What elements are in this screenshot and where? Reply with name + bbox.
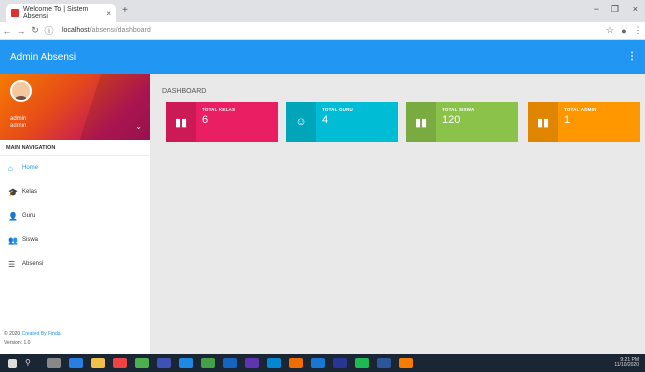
profile-icon[interactable]: ● (617, 26, 631, 36)
info-box-label: TOTAL ADMIN (564, 107, 597, 112)
list-icon: ☰ (8, 259, 16, 269)
people-icon: 👥 (8, 235, 18, 245)
home-icon: ⌂ (8, 163, 13, 173)
more-vert-icon[interactable]: ⋮ (627, 51, 637, 62)
info-box-total-siswa: ▮▮ TOTAL SISWA 120 (406, 102, 518, 142)
url-path: /absensi/dashboard (89, 27, 151, 34)
start-icon[interactable] (8, 358, 17, 368)
info-box-value: 4 (322, 114, 329, 126)
nav-heading: MAIN NAVIGATION (0, 140, 150, 156)
sidebar-item-label: Home (22, 165, 39, 171)
info-box-value: 1 (564, 114, 571, 126)
app-icon[interactable] (135, 358, 149, 368)
search-icon[interactable]: ⚲ (25, 358, 39, 368)
browser-menu-icon[interactable]: ⋮ (631, 25, 645, 36)
app-icon[interactable] (311, 358, 325, 368)
app-icon[interactable] (223, 358, 237, 368)
sidebar-item-guru[interactable]: 👤 Guru (0, 204, 150, 228)
person-icon: 👤 (8, 211, 18, 221)
app-icon[interactable] (245, 358, 259, 368)
app-title[interactable]: Admin Absensi (10, 52, 76, 63)
app-icon[interactable] (289, 358, 303, 368)
info-box-label: TOTAL GURU (322, 107, 353, 112)
app-bar: Admin Absensi ⋮ (0, 40, 645, 74)
browser-tab-bar: Welcome To | Sistem Absensi × + − ❐ × (0, 0, 645, 22)
url-field[interactable]: localhost/absensi/dashboard (62, 27, 151, 34)
tab-close-icon[interactable]: × (106, 9, 111, 18)
app-icon[interactable] (179, 358, 193, 368)
app-icon[interactable] (201, 358, 215, 368)
info-box-label: TOTAL KELAS (202, 107, 236, 112)
user-info: admin admin ⌄ (0, 74, 150, 140)
sidebar-item-label: Guru (22, 213, 36, 219)
chrome-icon[interactable] (113, 358, 127, 368)
page-title: DASHBOARD (162, 88, 207, 95)
user-name: admin (10, 116, 27, 122)
info-box-total-guru: ☺ TOTAL GURU 4 (286, 102, 398, 142)
word-icon[interactable] (377, 358, 391, 368)
taskbar: ⚲ 9:21 PM 11/10/2020 (0, 354, 645, 372)
restore-button[interactable]: ❐ (611, 4, 619, 15)
browser-tab[interactable]: Welcome To | Sistem Absensi × (6, 4, 116, 22)
system-tray[interactable]: 9:21 PM 11/10/2020 (614, 358, 639, 368)
face-icon: ☺ (286, 102, 316, 142)
info-icon[interactable]: ⓘ (42, 24, 56, 37)
chevron-down-icon[interactable]: ⌄ (135, 122, 142, 131)
edge-icon[interactable] (69, 358, 83, 368)
clock-date: 11/10/2020 (614, 362, 639, 368)
url-host: localhost (62, 27, 90, 34)
file-explorer-icon[interactable] (91, 358, 105, 368)
bar-chart-icon: ▮▮ (406, 102, 436, 142)
bookmark-star-icon[interactable]: ☆ (603, 25, 617, 36)
back-icon[interactable]: ← (0, 26, 14, 36)
sidebar-item-label: Absensi (22, 261, 44, 267)
task-view-icon[interactable] (47, 358, 61, 368)
sidebar-item-label: Siswa (22, 237, 39, 243)
copyright-text: © 2020 (4, 331, 21, 337)
version-text: Version: 1.0 (4, 340, 31, 346)
legal-footer: © 2020 Created By Finda. Version: 1.0 (4, 330, 62, 348)
info-box-total-kelas: ▮▮ TOTAL KELAS 6 (166, 102, 278, 142)
close-window-button[interactable]: × (633, 4, 638, 14)
address-bar: ← → ↻ ⓘ localhost/absensi/dashboard ☆ ● … (0, 22, 645, 40)
sidebar-item-label: Kelas (22, 189, 38, 195)
info-box-value: 120 (442, 114, 461, 126)
app-icon[interactable] (399, 358, 413, 368)
info-box-value: 6 (202, 114, 209, 126)
tab-title: Welcome To | Sistem Absensi (23, 6, 89, 20)
sidebar-item-siswa[interactable]: 👥 Siswa (0, 228, 150, 252)
forward-icon[interactable]: → (14, 26, 28, 36)
bar-chart-icon: ▮▮ (528, 102, 558, 142)
user-email: admin (10, 123, 27, 129)
sidebar-item-absensi[interactable]: ☰ Absensi (0, 252, 150, 276)
info-box-label: TOTAL SISWA (442, 107, 475, 112)
school-icon: 🎓 (8, 187, 18, 197)
sidebar-item-kelas[interactable]: 🎓 Kelas (0, 180, 150, 204)
app-icon[interactable] (267, 358, 281, 368)
avatar (10, 80, 32, 102)
new-tab-button[interactable]: + (122, 5, 128, 16)
favicon-icon (11, 9, 19, 17)
app-icon[interactable] (157, 358, 171, 368)
minimize-button[interactable]: − (594, 4, 599, 14)
app-icon[interactable] (333, 358, 347, 368)
creator-link[interactable]: Created By Finda. (22, 331, 62, 337)
reload-icon[interactable]: ↻ (28, 25, 42, 36)
bar-chart-icon: ▮▮ (166, 102, 196, 142)
sidebar: admin admin ⌄ MAIN NAVIGATION ⌂ Home 🎓 K… (0, 74, 150, 354)
sidebar-item-home[interactable]: ⌂ Home (0, 156, 150, 180)
spotify-icon[interactable] (355, 358, 369, 368)
info-box-total-admin: ▮▮ TOTAL ADMIN 1 (528, 102, 640, 142)
